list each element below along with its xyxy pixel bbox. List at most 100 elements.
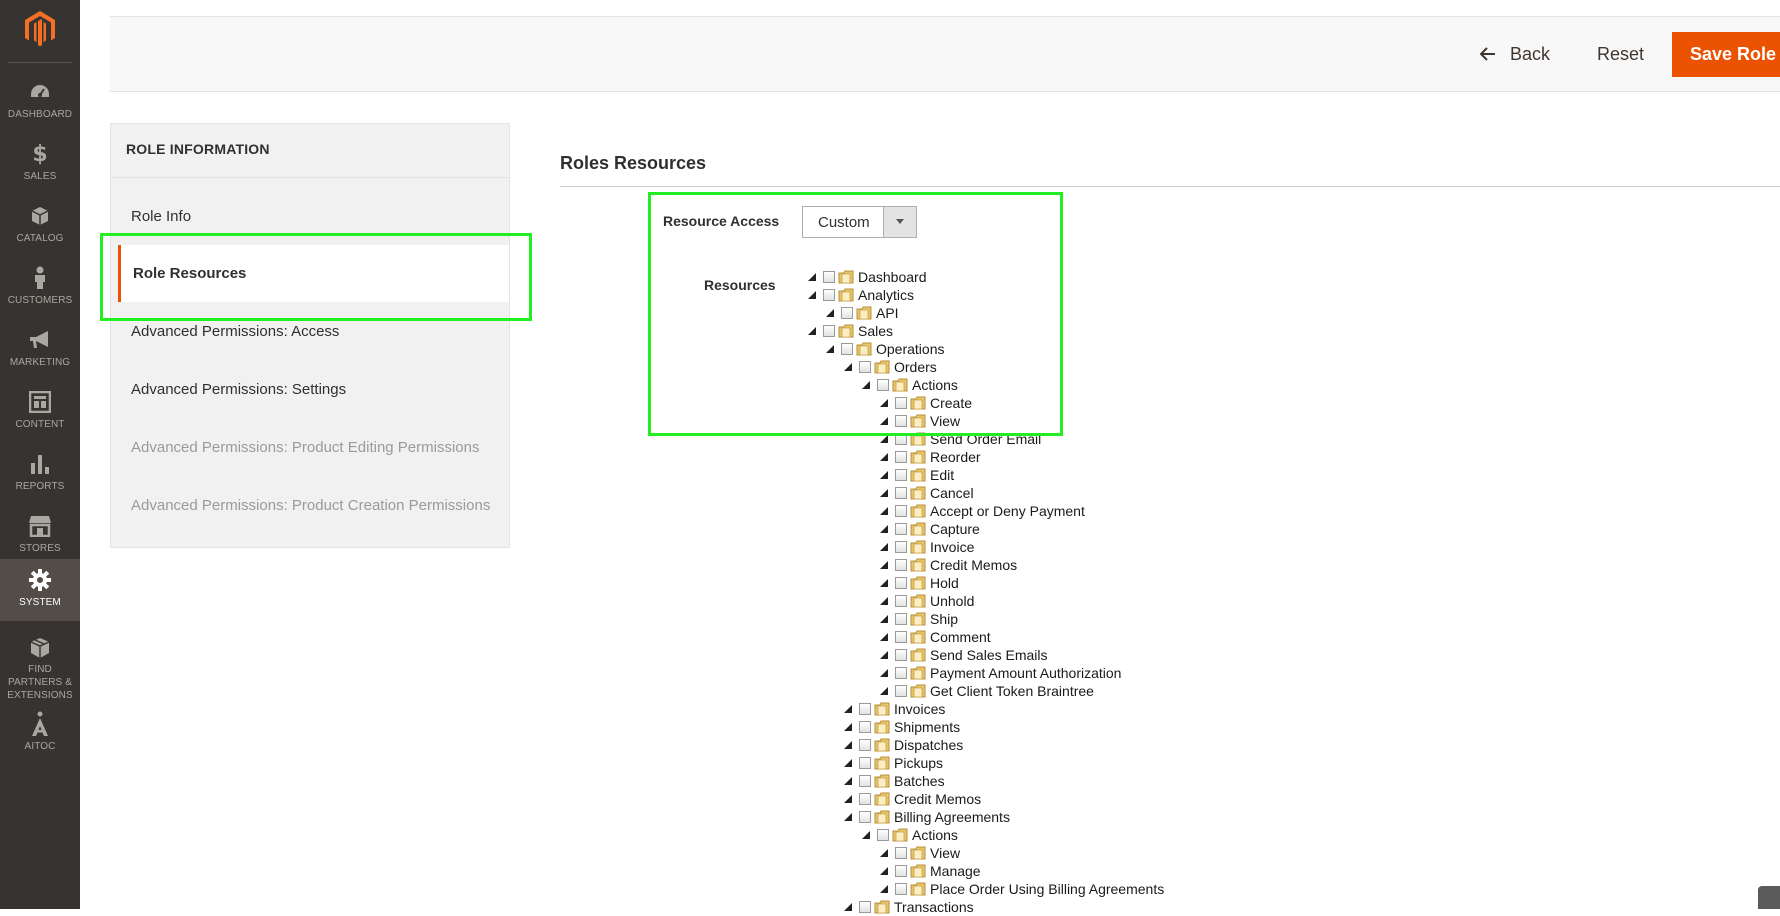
expand-toggle-icon[interactable]: [879, 506, 889, 516]
tree-node[interactable]: Edit: [879, 466, 954, 484]
tree-node[interactable]: Accept or Deny Payment: [879, 502, 1085, 520]
tree-node-label[interactable]: View: [930, 413, 960, 429]
tree-node-checkbox[interactable]: [895, 469, 907, 481]
tree-node-label[interactable]: Comment: [930, 629, 991, 645]
tree-node[interactable]: Billing Agreements: [843, 808, 1010, 826]
tree-node-label[interactable]: Operations: [876, 341, 944, 357]
tree-node[interactable]: View: [879, 412, 960, 430]
tree-node[interactable]: Operations: [825, 340, 944, 358]
tree-node[interactable]: Dispatches: [843, 736, 963, 754]
tree-node[interactable]: Payment Amount Authorization: [879, 664, 1121, 682]
tree-node-label[interactable]: Send Sales Emails: [930, 647, 1048, 663]
tree-node[interactable]: Dashboard: [807, 268, 927, 286]
tree-node-checkbox[interactable]: [823, 289, 835, 301]
expand-toggle-icon[interactable]: [879, 848, 889, 858]
tree-node-checkbox[interactable]: [895, 685, 907, 697]
expand-toggle-icon[interactable]: [879, 416, 889, 426]
tree-node-label[interactable]: Get Client Token Braintree: [930, 683, 1094, 699]
tree-node-checkbox[interactable]: [859, 361, 871, 373]
tree-node-label[interactable]: Hold: [930, 575, 959, 591]
tree-node[interactable]: Hold: [879, 574, 959, 592]
tree-node-checkbox[interactable]: [877, 379, 889, 391]
tree-node[interactable]: API: [825, 304, 899, 322]
expand-toggle-icon[interactable]: [807, 326, 817, 336]
expand-toggle-icon[interactable]: [825, 308, 835, 318]
tree-node-checkbox[interactable]: [895, 505, 907, 517]
expand-toggle-icon[interactable]: [807, 272, 817, 282]
expand-toggle-icon[interactable]: [843, 776, 853, 786]
tree-node-checkbox[interactable]: [895, 667, 907, 679]
back-button[interactable]: Back: [1480, 38, 1550, 70]
tree-node[interactable]: Batches: [843, 772, 945, 790]
menu-item-catalog[interactable]: CATALOG: [0, 195, 80, 257]
tree-node-checkbox[interactable]: [877, 829, 889, 841]
expand-toggle-icon[interactable]: [807, 290, 817, 300]
tree-node[interactable]: Ship: [879, 610, 958, 628]
tree-node-checkbox[interactable]: [823, 325, 835, 337]
tree-node[interactable]: Pickups: [843, 754, 943, 772]
tree-node[interactable]: Orders: [843, 358, 937, 376]
tree-node-checkbox[interactable]: [895, 865, 907, 877]
save-role-button[interactable]: Save Role: [1672, 32, 1780, 77]
tree-node-checkbox[interactable]: [895, 487, 907, 499]
expand-toggle-icon[interactable]: [861, 380, 871, 390]
tree-node-label[interactable]: Actions: [912, 377, 958, 393]
tree-node-checkbox[interactable]: [895, 577, 907, 589]
expand-toggle-icon[interactable]: [879, 452, 889, 462]
tree-node-label[interactable]: Pickups: [894, 755, 943, 771]
tree-node-label[interactable]: Capture: [930, 521, 980, 537]
tree-node[interactable]: Reorder: [879, 448, 981, 466]
expand-toggle-icon[interactable]: [879, 578, 889, 588]
tab-role-resources[interactable]: Role Resources: [118, 245, 509, 302]
tree-node-checkbox[interactable]: [895, 559, 907, 571]
expand-toggle-icon[interactable]: [861, 830, 871, 840]
tree-node[interactable]: View: [879, 844, 960, 862]
tab-advanced-permissions-access[interactable]: Advanced Permissions: Access: [111, 303, 509, 360]
tab-role-info[interactable]: Role Info: [111, 188, 509, 245]
expand-toggle-icon[interactable]: [843, 758, 853, 768]
tree-node-label[interactable]: Billing Agreements: [894, 809, 1010, 825]
tree-node-label[interactable]: View: [930, 845, 960, 861]
expand-toggle-icon[interactable]: [843, 740, 853, 750]
expand-toggle-icon[interactable]: [879, 488, 889, 498]
expand-toggle-icon[interactable]: [879, 542, 889, 552]
tree-node[interactable]: Transactions: [843, 898, 974, 916]
tree-node[interactable]: Capture: [879, 520, 980, 538]
tree-node-checkbox[interactable]: [895, 595, 907, 607]
menu-item-aitoc[interactable]: AITOC: [0, 703, 80, 765]
expand-toggle-icon[interactable]: [879, 524, 889, 534]
tree-node[interactable]: Actions: [861, 826, 958, 844]
tree-node-checkbox[interactable]: [895, 883, 907, 895]
tree-node-label[interactable]: Reorder: [930, 449, 981, 465]
tree-node[interactable]: Unhold: [879, 592, 974, 610]
expand-toggle-icon[interactable]: [879, 398, 889, 408]
expand-toggle-icon[interactable]: [879, 866, 889, 876]
expand-toggle-icon[interactable]: [879, 884, 889, 894]
expand-toggle-icon[interactable]: [843, 362, 853, 372]
expand-toggle-icon[interactable]: [879, 686, 889, 696]
expand-toggle-icon[interactable]: [843, 902, 853, 912]
tree-node-label[interactable]: Batches: [894, 773, 945, 789]
tree-node[interactable]: Analytics: [807, 286, 914, 304]
menu-item-customers[interactable]: CUSTOMERS: [0, 257, 80, 319]
tree-node-checkbox[interactable]: [895, 433, 907, 445]
tree-node-checkbox[interactable]: [859, 703, 871, 715]
tree-node[interactable]: Create: [879, 394, 972, 412]
tree-node-label[interactable]: Manage: [930, 863, 981, 879]
tree-node-label[interactable]: Cancel: [930, 485, 974, 501]
reset-button[interactable]: Reset: [1597, 38, 1644, 70]
expand-toggle-icon[interactable]: [879, 632, 889, 642]
tree-node[interactable]: Shipments: [843, 718, 960, 736]
tree-node-checkbox[interactable]: [859, 775, 871, 787]
tree-node-checkbox[interactable]: [895, 631, 907, 643]
tree-node-checkbox[interactable]: [859, 901, 871, 913]
expand-toggle-icon[interactable]: [879, 560, 889, 570]
menu-item-system[interactable]: SYSTEM: [0, 559, 80, 621]
expand-toggle-icon[interactable]: [879, 470, 889, 480]
tree-node-label[interactable]: Orders: [894, 359, 937, 375]
tree-node[interactable]: Get Client Token Braintree: [879, 682, 1094, 700]
tree-node[interactable]: Manage: [879, 862, 981, 880]
tree-node-label[interactable]: Send Order Email: [930, 431, 1041, 447]
tree-node-checkbox[interactable]: [859, 811, 871, 823]
tree-node-label[interactable]: Actions: [912, 827, 958, 843]
